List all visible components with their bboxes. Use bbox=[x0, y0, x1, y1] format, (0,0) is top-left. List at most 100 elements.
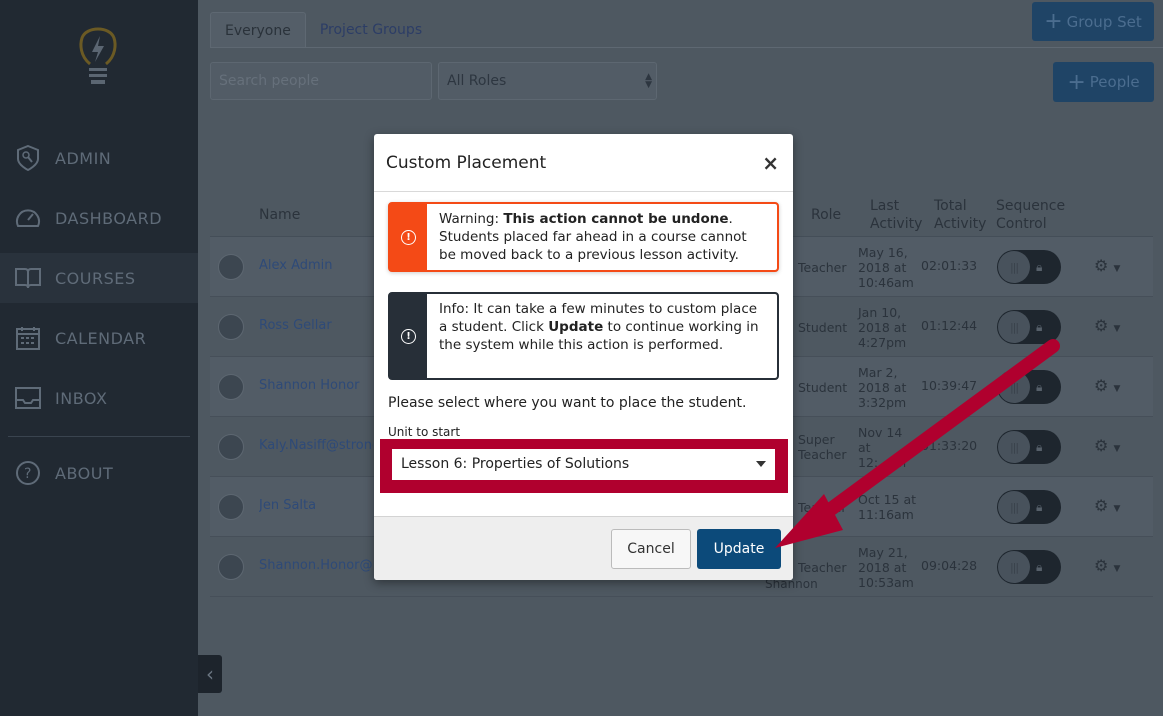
gear-icon[interactable]: ⚙ ▼ bbox=[1094, 496, 1120, 515]
sort-arrows-icon: ▲ ▼ bbox=[645, 72, 652, 90]
sidebar-item-admin[interactable]: ADMIN bbox=[0, 133, 198, 183]
sidebar-item-about[interactable]: ? ABOUT bbox=[0, 448, 198, 498]
total-activity: 02:01:33 bbox=[921, 258, 978, 273]
warning-alert: ! Warning: This action cannot be undone.… bbox=[388, 202, 779, 272]
lock-icon: 🔒︎ bbox=[1036, 560, 1043, 574]
toggle-grip-icon: ||| bbox=[998, 551, 1030, 583]
sequence-control-toggle[interactable]: ||| 🔒︎ bbox=[997, 310, 1061, 344]
lock-icon: 🔒︎ bbox=[1036, 440, 1043, 454]
sequence-control-toggle[interactable]: ||| 🔒︎ bbox=[997, 490, 1061, 524]
info-icon: ! bbox=[401, 328, 416, 344]
lock-icon: 🔒︎ bbox=[1036, 380, 1043, 394]
info-alert: ! Info: It can take a few minutes to cus… bbox=[388, 292, 779, 380]
caret-down-icon: ▼ bbox=[1113, 264, 1121, 274]
roles-select-value: All Roles bbox=[447, 73, 507, 89]
unit-label: Unit to start bbox=[388, 425, 461, 439]
book-icon bbox=[15, 265, 41, 291]
caret-down-icon: ▼ bbox=[1113, 564, 1121, 574]
caret-down-icon: ▼ bbox=[1113, 384, 1121, 394]
info-text: Info: It can take a few minutes to custo… bbox=[427, 294, 777, 378]
highlight-box: Lesson 6: Properties of Solutions bbox=[380, 439, 788, 493]
user-name-link[interactable]: Ross Gellar bbox=[259, 318, 373, 333]
unit-select[interactable]: Lesson 6: Properties of Solutions bbox=[392, 449, 775, 480]
placement-prompt: Please select where you want to place th… bbox=[388, 395, 747, 411]
search-people-input[interactable]: Search people bbox=[210, 62, 432, 100]
gear-icon[interactable]: ⚙ ▼ bbox=[1094, 256, 1120, 275]
button-label: People bbox=[1089, 73, 1140, 91]
user-name-link[interactable]: Alex Admin bbox=[259, 258, 373, 273]
avatar bbox=[218, 314, 244, 340]
lock-icon: 🔒︎ bbox=[1036, 320, 1043, 334]
gear-icon[interactable]: ⚙ ▼ bbox=[1094, 316, 1120, 335]
caret-down-icon: ▼ bbox=[1113, 504, 1121, 514]
sidebar-item-label: ABOUT bbox=[55, 463, 114, 483]
toggle-grip-icon: ||| bbox=[998, 311, 1030, 343]
update-button[interactable]: Update bbox=[697, 529, 781, 569]
sequence-control-toggle[interactable]: ||| 🔒︎ bbox=[997, 250, 1061, 284]
plus-icon: + bbox=[1067, 69, 1086, 95]
unit-select-value: Lesson 6: Properties of Solutions bbox=[401, 456, 630, 472]
svg-text:?: ? bbox=[24, 466, 32, 482]
gear-icon[interactable]: ⚙ ▼ bbox=[1094, 556, 1120, 575]
avatar bbox=[218, 374, 244, 400]
user-role: Student bbox=[798, 379, 848, 395]
user-name-link[interactable]: Kaly.Nasiff@strongmind.com bbox=[259, 438, 373, 453]
sidebar-divider bbox=[8, 436, 190, 437]
lightbulb-logo-icon bbox=[78, 22, 118, 94]
total-activity: 10:39:47 bbox=[921, 378, 978, 393]
last-activity: Jan 10, 2018 at 4:27pm bbox=[858, 304, 907, 350]
inbox-icon bbox=[15, 385, 41, 411]
sidebar-item-calendar[interactable]: CALENDAR bbox=[0, 313, 198, 363]
user-name-link[interactable]: Jen Salta bbox=[259, 498, 373, 513]
sidebar-item-label: INBOX bbox=[55, 388, 108, 408]
avatar bbox=[218, 494, 244, 520]
sequence-control-toggle[interactable]: ||| 🔒︎ bbox=[997, 550, 1061, 584]
user-name-link[interactable]: Shannon.Honor@strongmind.com bbox=[259, 558, 373, 573]
sidebar-item-label: DASHBOARD bbox=[55, 208, 163, 228]
button-label: Group Set bbox=[1066, 12, 1142, 31]
avatar bbox=[218, 434, 244, 460]
toggle-grip-icon: ||| bbox=[998, 371, 1030, 403]
sidebar-item-label: COURSES bbox=[55, 268, 136, 288]
last-activity: Nov 14 at 12:..pm bbox=[858, 424, 907, 470]
lock-icon: 🔒︎ bbox=[1036, 260, 1043, 274]
sequence-control-toggle[interactable]: ||| 🔒︎ bbox=[997, 370, 1061, 404]
help-icon: ? bbox=[15, 460, 41, 486]
user-role: Teacher bbox=[798, 259, 847, 275]
sequence-control-toggle[interactable]: ||| 🔒︎ bbox=[997, 430, 1061, 464]
tab-everyone[interactable]: Everyone bbox=[210, 12, 306, 48]
total-activity: 09:04:28 bbox=[921, 558, 978, 573]
sidebar: ADMIN DASHBOARD COURSES CALENDAR INBOX ?… bbox=[0, 0, 198, 716]
sidebar-item-courses[interactable]: COURSES bbox=[0, 253, 198, 303]
last-activity: Oct 15 at 11:16am bbox=[858, 492, 917, 522]
close-icon[interactable]: × bbox=[762, 151, 779, 175]
caret-down-icon: ▼ bbox=[1113, 444, 1121, 454]
caret-down-icon bbox=[756, 461, 766, 467]
plus-icon: + bbox=[1044, 9, 1063, 34]
header-role: Role bbox=[811, 207, 842, 223]
avatar bbox=[218, 554, 244, 580]
gear-icon[interactable]: ⚙ ▼ bbox=[1094, 376, 1120, 395]
cancel-button[interactable]: Cancel bbox=[611, 529, 691, 569]
header-sequence-control: Sequence Control bbox=[996, 198, 1066, 232]
toggle-grip-icon: ||| bbox=[998, 431, 1030, 463]
add-group-set-button[interactable]: + Group Set bbox=[1032, 2, 1154, 41]
speedometer-icon bbox=[15, 205, 41, 231]
user-role: Student bbox=[798, 319, 848, 335]
calendar-icon bbox=[15, 325, 41, 351]
user-role: Teacher bbox=[798, 499, 847, 515]
warning-icon: ! bbox=[401, 229, 416, 245]
user-name-link[interactable]: Shannon Honor bbox=[259, 378, 373, 393]
sidebar-item-inbox[interactable]: INBOX bbox=[0, 373, 198, 423]
caret-down-icon: ▼ bbox=[1113, 324, 1121, 334]
sidebar-item-dashboard[interactable]: DASHBOARD bbox=[0, 193, 198, 243]
gear-icon[interactable]: ⚙ ▼ bbox=[1094, 436, 1120, 455]
tab-project-groups[interactable]: Project Groups bbox=[306, 12, 436, 48]
header-last-activity: Last Activity bbox=[870, 198, 923, 232]
roles-select[interactable]: All Roles ▲ ▼ bbox=[438, 62, 657, 100]
add-people-button[interactable]: + People bbox=[1053, 62, 1154, 102]
modal-title: Custom Placement bbox=[386, 152, 547, 173]
shield-key-icon bbox=[15, 145, 41, 171]
warning-text: Warning: This action cannot be undone. S… bbox=[427, 204, 777, 270]
tab-divider bbox=[210, 47, 1163, 48]
